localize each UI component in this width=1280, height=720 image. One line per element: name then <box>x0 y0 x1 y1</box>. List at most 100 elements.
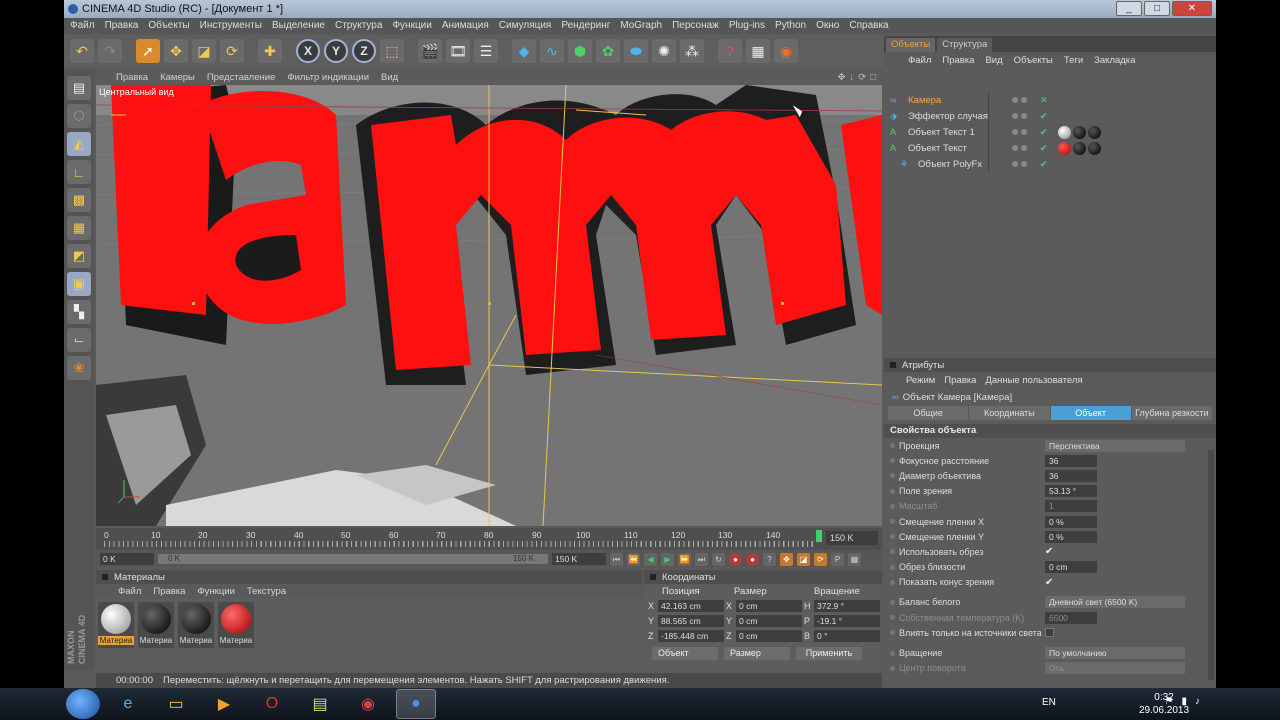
max-frame-field[interactable]: 150 K <box>552 553 606 565</box>
rotate-tool-icon[interactable]: ⟳ <box>220 39 244 63</box>
x-axis-lock-button[interactable]: X <box>296 39 320 63</box>
param-key-icon[interactable]: P <box>831 552 844 566</box>
dolly-icon[interactable]: ↓ <box>850 72 855 83</box>
obj-menu-view[interactable]: Вид <box>985 55 1002 66</box>
menu-help[interactable]: Справка <box>849 20 888 31</box>
scale-tool-icon[interactable]: ◪ <box>192 39 216 63</box>
enabled-check-icon[interactable]: ✔ <box>1040 159 1048 170</box>
fov-field[interactable]: 53.13 ° <box>1045 485 1097 498</box>
menu-animation[interactable]: Анимация <box>442 20 489 31</box>
use-clipping-checkbox[interactable]: ✔ <box>1045 546 1053 557</box>
timeline-playhead[interactable] <box>816 530 822 542</box>
particles-icon[interactable]: ⁂ <box>680 39 704 63</box>
web-icon[interactable]: ◉ <box>774 39 798 63</box>
deformer-icon[interactable]: ⬬ <box>624 39 648 63</box>
help-icon[interactable]: ? <box>718 39 742 63</box>
materials-menu-functions[interactable]: Функции <box>197 586 234 597</box>
undo-icon[interactable]: ↶ <box>70 39 94 63</box>
tab-depth-of-field[interactable]: Глубина резкости <box>1131 406 1212 420</box>
vp-menu-cameras[interactable]: Камеры <box>160 72 195 83</box>
coord-size-select[interactable]: Размер <box>724 647 790 660</box>
materials-menu-file[interactable]: Файл <box>118 586 141 597</box>
explorer-icon[interactable]: ▭ <box>156 689 196 719</box>
attributes-scrollbar[interactable] <box>1208 450 1214 680</box>
start-button[interactable] <box>66 689 100 719</box>
render-settings-icon[interactable]: ☰ <box>474 39 498 63</box>
rotation-key-icon[interactable]: ⟳ <box>814 552 827 566</box>
material-swatch[interactable]: Материа <box>138 602 174 648</box>
obj-menu-file[interactable]: Файл <box>908 55 931 66</box>
attr-menu-edit[interactable]: Правка <box>944 375 976 386</box>
layout-icon[interactable]: ▦ <box>746 39 770 63</box>
menu-edit[interactable]: Правка <box>105 20 139 31</box>
minimize-button[interactable]: _ <box>1116 1 1142 16</box>
rotation-p-field[interactable]: -19.1 ° <box>814 614 880 627</box>
materials-menu-texture[interactable]: Текстура <box>247 586 286 597</box>
tab-objects[interactable]: Объекты <box>886 38 936 52</box>
record-icon[interactable]: ● <box>729 552 742 566</box>
snap-icon[interactable]: ⌙ <box>67 328 91 352</box>
visibility-dots[interactable] <box>1012 145 1040 151</box>
position-key-icon[interactable]: ✥ <box>780 552 793 566</box>
add-tool-icon[interactable]: ✚ <box>258 39 282 63</box>
coord-mode-select[interactable]: Объект <box>652 647 718 660</box>
y-axis-lock-button[interactable]: Y <box>324 39 348 63</box>
prev-key-icon[interactable]: ⏪ <box>627 552 640 566</box>
visibility-dots[interactable] <box>1012 161 1040 167</box>
film-offset-y-field[interactable]: 0 % <box>1045 530 1097 543</box>
aperture-field[interactable]: 36 <box>1045 469 1097 482</box>
nurbs-icon[interactable]: ⬢ <box>568 39 592 63</box>
material-tag-red[interactable] <box>1057 141 1071 155</box>
close-button[interactable]: ✕ <box>1172 1 1212 16</box>
play-backwards-icon[interactable]: ◀ <box>644 552 657 566</box>
go-to-end-icon[interactable]: ⏭ <box>695 552 708 566</box>
menu-functions[interactable]: Функции <box>392 20 431 31</box>
notes-icon[interactable]: ▤ <box>300 689 340 719</box>
menu-selection[interactable]: Выделение <box>272 20 325 31</box>
texture-mode-icon[interactable]: ▩ <box>67 188 91 212</box>
object-row-text[interactable]: A Объект Текст ✔ <box>890 140 1210 156</box>
play-icon[interactable]: ▶ <box>661 552 674 566</box>
volume-icon[interactable]: ♪ <box>1195 696 1200 707</box>
visibility-dots[interactable] <box>1012 129 1040 135</box>
recorder-icon[interactable]: ◉ <box>348 689 388 719</box>
tab-structure[interactable]: Структура <box>937 38 993 52</box>
render-picture-viewer-icon[interactable]: 🎞 <box>446 39 470 63</box>
white-balance-select[interactable]: Дневной свет (6500 K) <box>1045 596 1185 609</box>
scale-key-icon[interactable]: ◪ <box>797 552 810 566</box>
z-axis-lock-button[interactable]: Z <box>352 39 376 63</box>
go-to-start-icon[interactable]: ⏮ <box>610 552 623 566</box>
material-tag-black[interactable] <box>1087 125 1101 139</box>
visibility-dots[interactable] <box>1012 97 1040 103</box>
material-tag-black[interactable] <box>1072 125 1086 139</box>
menu-window[interactable]: Окно <box>816 20 839 31</box>
position-y-field[interactable]: 88.565 cm <box>658 614 724 627</box>
redo-icon[interactable]: ↷ <box>98 39 122 63</box>
menu-render[interactable]: Рендеринг <box>561 20 610 31</box>
pan-icon[interactable]: ✥ <box>838 72 846 83</box>
spline-icon[interactable]: ∿ <box>540 39 564 63</box>
vp-menu-display[interactable]: Представление <box>207 72 276 83</box>
editor-view-icon[interactable]: ▤ <box>67 76 91 100</box>
attr-menu-userdata[interactable]: Данные пользователя <box>985 375 1082 386</box>
materials-menu-edit[interactable]: Правка <box>153 586 185 597</box>
keyframe-selection-icon[interactable]: ? <box>763 552 776 566</box>
select-tool-icon[interactable]: ➚ <box>136 39 160 63</box>
material-swatch[interactable]: Материа <box>218 602 254 648</box>
obj-menu-tags[interactable]: Теги <box>1064 55 1083 66</box>
menu-simulation[interactable]: Симуляция <box>499 20 552 31</box>
maximize-button[interactable]: □ <box>1144 1 1170 16</box>
object-row-camera[interactable]: ∞ Камера ✕ <box>890 92 1210 108</box>
menu-character[interactable]: Персонаж <box>672 20 719 31</box>
menu-plugins[interactable]: Plug-ins <box>729 20 765 31</box>
vp-menu-filter[interactable]: Фильтр индикации <box>287 72 369 83</box>
menu-tools[interactable]: Инструменты <box>200 20 262 31</box>
size-y-field[interactable]: 0 cm <box>736 614 802 627</box>
rotation-h-field[interactable]: 372.9 ° <box>814 599 880 612</box>
tab-basic[interactable]: Общие <box>888 406 969 420</box>
show-cone-checkbox[interactable]: ✔ <box>1045 577 1053 588</box>
next-key-icon[interactable]: ⏩ <box>678 552 691 566</box>
focal-length-field[interactable]: 36 <box>1045 454 1097 467</box>
attr-menu-mode[interactable]: Режим <box>906 375 935 386</box>
checker-icon[interactable]: ▚ <box>67 300 91 324</box>
